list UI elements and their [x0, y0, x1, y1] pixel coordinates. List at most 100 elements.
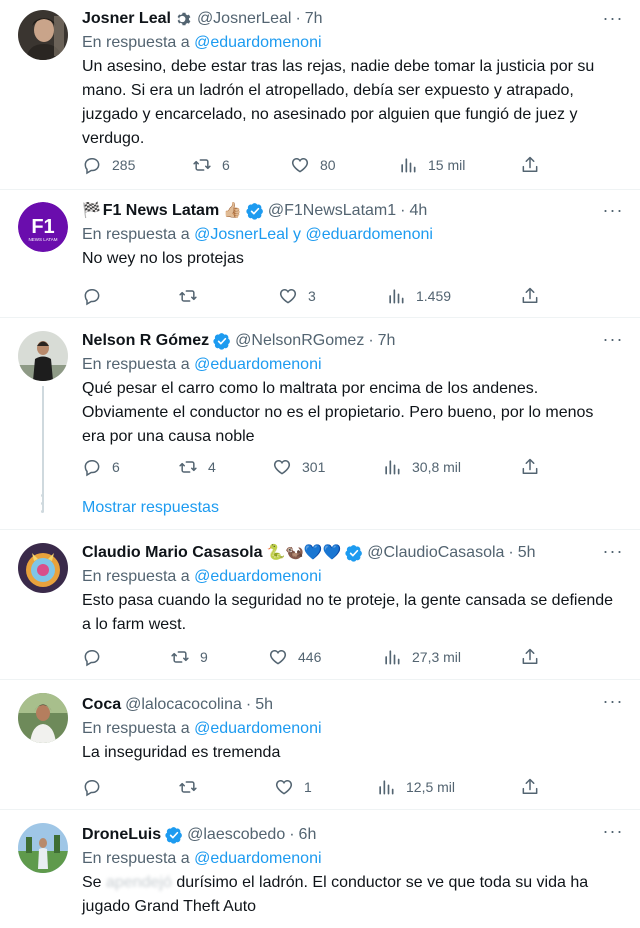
avatar[interactable]	[18, 331, 68, 381]
views-count: 1.459	[416, 288, 452, 304]
avatar[interactable]	[18, 693, 68, 743]
mention-link[interactable]: @eduardomenoni	[194, 568, 321, 585]
handle[interactable]: @F1NewsLatam1	[268, 199, 396, 223]
timestamp[interactable]: 6h	[299, 823, 317, 847]
retweet-icon	[179, 290, 197, 302]
heart-icon	[291, 157, 309, 173]
reply-button[interactable]	[82, 645, 102, 669]
retweet-button[interactable]: 9	[170, 645, 208, 669]
tweet-droneluis[interactable]: ··· DroneLuis @laescobedo · 6h En respue…	[0, 810, 640, 928]
reply-icon	[84, 650, 100, 667]
display-name[interactable]: F1 News Latam	[103, 199, 219, 223]
handle[interactable]: @NelsonRGomez	[235, 329, 364, 353]
retweet-icon	[179, 781, 197, 793]
mention-link[interactable]: @JosnerLeal y @eduardomenoni	[194, 226, 433, 243]
mention-link[interactable]: @eduardomenoni	[194, 850, 321, 867]
reply-prefix: En respuesta a	[82, 720, 195, 737]
retweet-button[interactable]	[178, 775, 198, 799]
views-button[interactable]: 1.459	[386, 284, 451, 308]
tweet-nelson-r-gomez[interactable]: ··· Nelson R Gómez @NelsonRGomez · 7h En…	[0, 318, 640, 530]
reply-icon	[84, 460, 100, 477]
checkered-flag-icon: 🏁	[82, 202, 101, 219]
like-button[interactable]: 1	[274, 775, 312, 799]
reply-button[interactable]: 6	[82, 455, 120, 479]
reply-prefix: En respuesta a	[82, 568, 195, 585]
like-button[interactable]: 301	[272, 455, 325, 479]
views-button[interactable]: 30,8 mil	[382, 455, 461, 479]
heart-icon	[275, 779, 293, 795]
share-icon	[522, 778, 538, 794]
retweet-button[interactable]: 6	[192, 153, 230, 177]
heart-icon	[269, 649, 287, 665]
views-chart-icon	[379, 780, 394, 795]
avatar-logo-subtext: NEWS LATAM	[28, 237, 57, 242]
mention-link[interactable]: @eduardomenoni	[194, 720, 321, 737]
reply-prefix: En respuesta a	[82, 850, 195, 867]
views-button[interactable]: 15 mil	[398, 153, 465, 177]
retweet-button[interactable]: 4	[178, 455, 216, 479]
avatar[interactable]	[18, 10, 68, 60]
views-chart-icon	[385, 460, 400, 475]
show-replies-link[interactable]: Mostrar respuestas	[82, 496, 219, 520]
display-name[interactable]: Coca	[82, 693, 121, 717]
handle[interactable]: @lalocacocolina	[125, 693, 242, 717]
reply-count: 6	[112, 459, 120, 475]
tweet-f1-news-latam[interactable]: F1 NEWS LATAM ··· 🏁 F1 News Latam 👍🏼 @F1…	[0, 190, 640, 318]
mention-link[interactable]: @eduardomenoni	[194, 356, 321, 373]
action-bar: 9 446 27,3 mil	[82, 645, 552, 669]
tweet-header: Claudio Mario Casasola 🐍🦦💙💙 @ClaudioCasa…	[82, 541, 620, 565]
views-count: 27,3 mil	[412, 649, 462, 665]
avatar[interactable]	[18, 823, 68, 873]
tweet-header: DroneLuis @laescobedo · 6h	[82, 823, 620, 847]
tweet-coca[interactable]: ··· Coca @lalocacocolina · 5h En respues…	[0, 680, 640, 810]
timestamp[interactable]: 5h	[255, 693, 273, 717]
avatar[interactable]: F1 NEWS LATAM	[18, 202, 68, 252]
like-count: 1	[304, 779, 312, 795]
tweet-header: Coca @lalocacocolina · 5h	[82, 693, 620, 717]
display-name[interactable]: DroneLuis	[82, 823, 161, 847]
handle[interactable]: @laescobedo	[187, 823, 285, 847]
tweet-text: Se apendejó durísimo el ladrón. El condu…	[82, 871, 620, 919]
views-button[interactable]: 12,5 mil	[376, 775, 455, 799]
views-count: 12,5 mil	[406, 779, 456, 795]
reply-button[interactable]	[82, 775, 102, 799]
timestamp[interactable]: 4h	[409, 199, 427, 223]
separator: ·	[289, 826, 295, 843]
reply-button[interactable]	[82, 284, 102, 308]
like-button[interactable]: 3	[278, 284, 316, 308]
share-button[interactable]	[520, 455, 540, 479]
verified-badge-icon	[213, 332, 231, 350]
timestamp[interactable]: 5h	[518, 541, 536, 565]
handle[interactable]: @JosnerLeal	[197, 7, 292, 31]
like-button[interactable]: 446	[268, 645, 321, 669]
avatar[interactable]	[18, 543, 68, 593]
reply-icon	[84, 158, 100, 175]
display-name[interactable]: Nelson R Gómez	[82, 329, 209, 353]
reply-context: En respuesta a @eduardomenoni	[82, 31, 620, 55]
reply-button[interactable]: 285	[82, 153, 135, 177]
share-button[interactable]	[520, 284, 540, 308]
display-name[interactable]: Claudio Mario Casasola	[82, 541, 263, 565]
like-button[interactable]: 80	[290, 153, 336, 177]
handle[interactable]: @ClaudioCasasola	[367, 541, 504, 565]
like-count: 3	[308, 288, 316, 304]
timestamp[interactable]: 7h	[305, 7, 323, 31]
tweet-header: 🏁 F1 News Latam 👍🏼 @F1NewsLatam1 · 4h	[82, 199, 620, 223]
share-icon	[522, 458, 538, 474]
retweet-button[interactable]	[178, 284, 198, 308]
tweet-claudio-mario-casasola[interactable]: ··· Claudio Mario Casasola 🐍🦦💙💙 @Claudio…	[0, 530, 640, 680]
share-button[interactable]	[520, 153, 540, 177]
thread-dots-icon	[41, 494, 45, 516]
share-button[interactable]	[520, 775, 540, 799]
timestamp[interactable]: 7h	[378, 329, 396, 353]
mention-link[interactable]: @eduardomenoni	[194, 34, 321, 51]
action-bar: 1 12,5 mil	[82, 775, 552, 799]
like-count: 301	[302, 459, 326, 475]
views-button[interactable]: 27,3 mil	[382, 645, 461, 669]
display-name[interactable]: Josner Leal	[82, 7, 171, 31]
separator: ·	[245, 696, 252, 713]
share-button[interactable]	[520, 645, 540, 669]
retweet-count: 6	[222, 157, 230, 173]
tweet-josner-leal[interactable]: ··· Josner Leal @JosnerLeal · 7h En resp…	[0, 0, 640, 190]
tweet-text-start: Se	[82, 874, 102, 891]
